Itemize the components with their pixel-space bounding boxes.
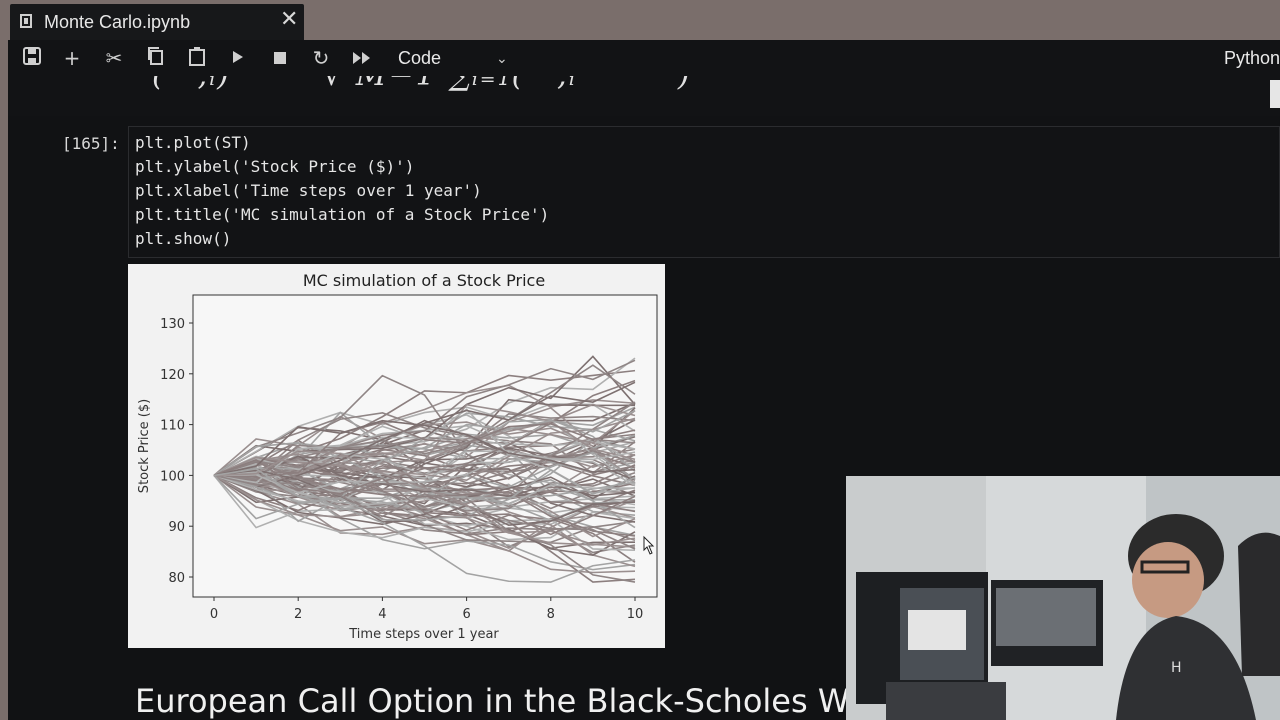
kernel-name[interactable]: Python 3 — [1224, 48, 1280, 69]
x-tick-label: 0 — [210, 607, 218, 622]
y-tick-label: 120 — [160, 368, 185, 383]
webcam-overlay: H — [846, 476, 1280, 720]
x-tick-label: 4 — [378, 607, 386, 622]
notebook-toolbar: + ✂ ↻ Code ⌄ Python 3 — [8, 40, 1280, 76]
svg-text:H: H — [1171, 660, 1182, 676]
cell-type-select[interactable]: Code ⌄ — [398, 46, 518, 70]
stop-icon[interactable] — [266, 46, 294, 70]
code-line: plt.show() — [135, 229, 232, 248]
chart-svg: 80 90 100 110 120 130 0 2 4 6 8 10 MC simulation o… — [137, 271, 658, 642]
restart-icon[interactable]: ↻ — [307, 46, 335, 70]
close-tab-icon[interactable]: ✕ — [280, 9, 298, 31]
run-all-icon[interactable] — [348, 46, 376, 70]
markdown-heading: European Call Option in the Black-Schole… — [135, 682, 881, 720]
chevron-down-icon: ⌄ — [496, 50, 508, 66]
window-border — [0, 40, 8, 720]
notebook-tab[interactable]: Monte Carlo.ipynb ✕ — [10, 4, 304, 40]
scrollbar-thumb[interactable] — [1270, 80, 1280, 108]
code-line: plt.xlabel('Time steps over 1 year') — [135, 181, 482, 200]
markdown-math-fragment: ⁰(⁻⁰,ᵢ) √ M−1 ∑ᵢ₌₁(⁻⁰,ᵢ ⁻⁰) — [8, 76, 1280, 116]
code-line: plt.plot(ST) — [135, 133, 251, 152]
tab-title: Monte Carlo.ipynb — [44, 12, 191, 32]
x-tick-label: 2 — [294, 607, 302, 622]
x-tick-label: 8 — [547, 607, 555, 622]
x-tick-label: 10 — [627, 607, 644, 622]
x-tick-label: 6 — [462, 607, 470, 622]
notebook-icon — [20, 14, 32, 28]
x-axis-label: Time steps over 1 year — [348, 627, 499, 642]
cell-type-value: Code — [398, 48, 442, 68]
chart-output: 80 90 100 110 120 130 0 2 4 6 8 10 MC simulation o… — [128, 264, 665, 648]
code-cell-editor[interactable]: plt.plot(ST) plt.ylabel('Stock Price ($)… — [128, 126, 1280, 258]
copy-icon[interactable] — [141, 46, 169, 70]
y-tick-label: 80 — [168, 571, 185, 586]
save-icon[interactable] — [18, 46, 46, 70]
cell-prompt: [165]: — [62, 134, 120, 153]
cut-icon[interactable]: ✂ — [100, 46, 128, 70]
chart-title: MC simulation of a Stock Price — [303, 271, 545, 290]
y-axis-label: Stock Price ($) — [137, 399, 152, 493]
paste-icon[interactable] — [183, 46, 211, 70]
equation-fragment: ⁰(⁻⁰,ᵢ) √ M−1 ∑ᵢ₌₁(⁻⁰,ᵢ ⁻⁰) — [138, 76, 692, 93]
y-tick-label: 100 — [160, 469, 185, 484]
y-tick-label: 130 — [160, 317, 185, 332]
run-icon[interactable] — [224, 46, 252, 70]
code-line: plt.title('MC simulation of a Stock Pric… — [135, 205, 550, 224]
y-tick-label: 90 — [168, 520, 185, 535]
code-line: plt.ylabel('Stock Price ($)') — [135, 157, 415, 176]
add-cell-icon[interactable]: + — [58, 46, 86, 70]
y-tick-label: 110 — [160, 419, 185, 434]
